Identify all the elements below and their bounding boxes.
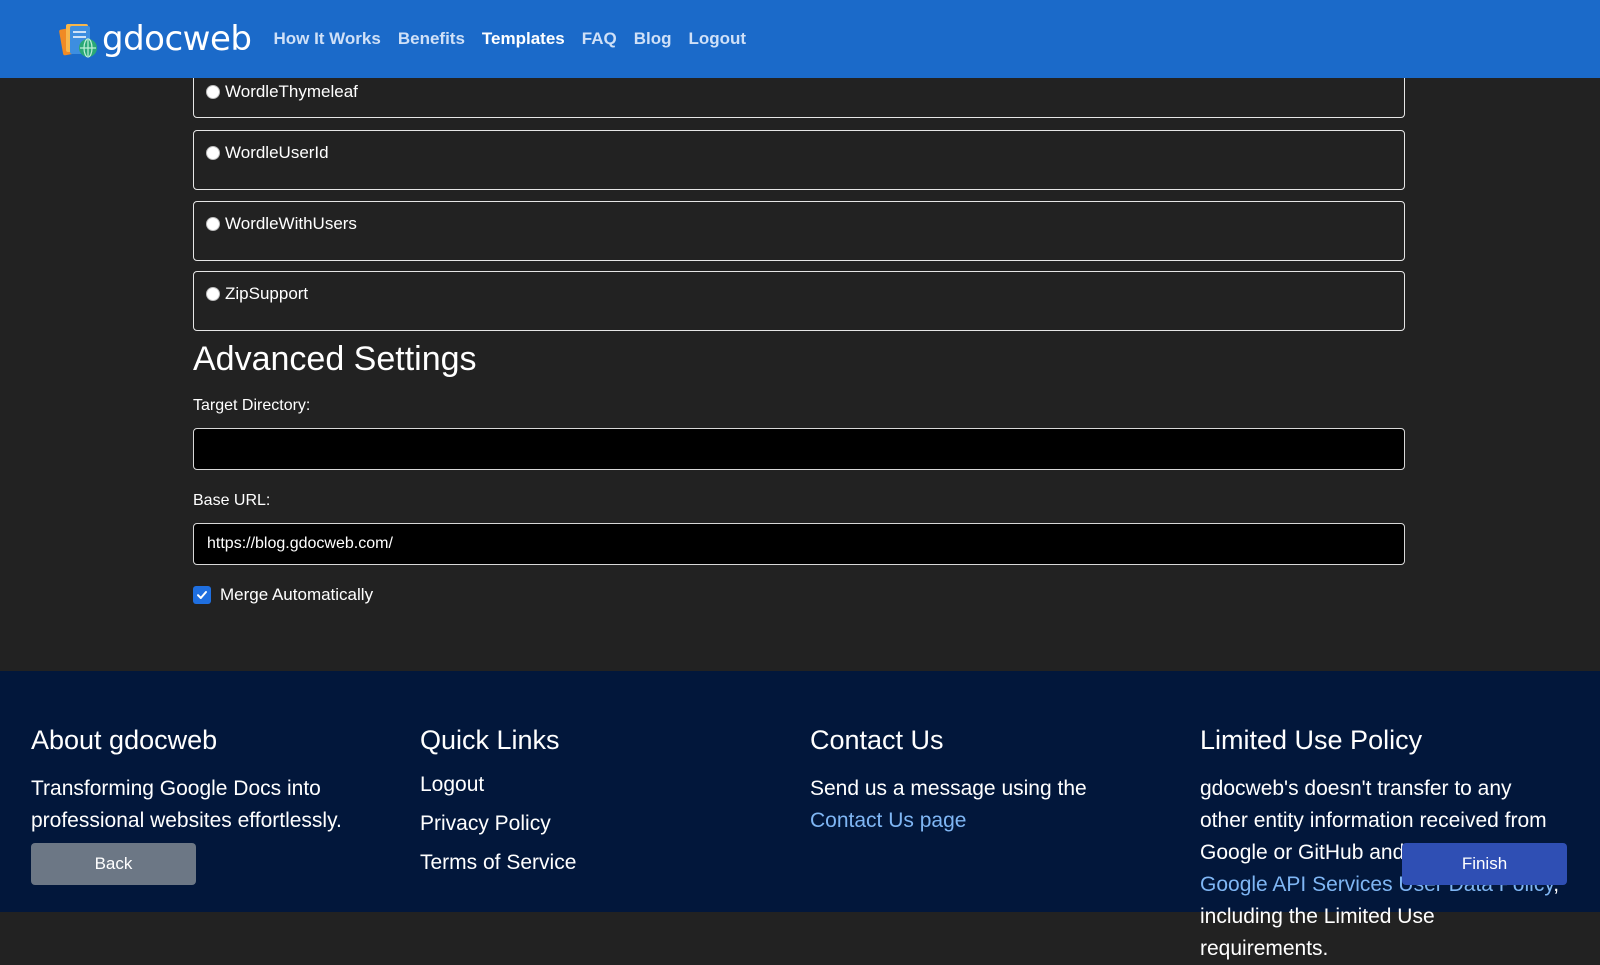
footer-link-privacy-policy[interactable]: Privacy Policy xyxy=(420,812,790,836)
template-option-wordleuserid[interactable]: WordleUserId xyxy=(193,130,1405,190)
nav-blog[interactable]: Blog xyxy=(634,29,672,49)
base-url-label: Base URL: xyxy=(193,492,271,509)
contact-us-page-link[interactable]: Contact Us page xyxy=(810,809,966,832)
radio-button[interactable] xyxy=(206,146,220,160)
checkmark-icon xyxy=(197,591,207,599)
finish-button[interactable]: Finish xyxy=(1402,843,1567,885)
main-nav: How It Works Benefits Templates FAQ Blog… xyxy=(273,29,746,49)
template-option-label: WordleUserId xyxy=(225,143,329,162)
main-content: WordleThymeleaf WordleUserId WordleWithU… xyxy=(0,0,1600,671)
base-url-input[interactable] xyxy=(193,523,1405,565)
advanced-settings-title: Advanced Settings xyxy=(193,340,477,378)
footer-quick-links: Quick Links Logout Privacy Policy Terms … xyxy=(420,725,790,890)
template-option-zipsupport[interactable]: ZipSupport xyxy=(193,271,1405,331)
radio-button[interactable] xyxy=(206,85,220,99)
target-directory-input[interactable] xyxy=(193,428,1405,470)
footer-policy-title: Limited Use Policy xyxy=(1200,725,1423,755)
radio-button[interactable] xyxy=(206,217,220,231)
target-directory-label: Target Directory: xyxy=(193,397,311,414)
template-option-label: WordleThymeleaf xyxy=(225,82,358,101)
radio-button[interactable] xyxy=(206,287,220,301)
footer-about-text: Transforming Google Docs into profession… xyxy=(31,777,342,832)
template-option-label: WordleWithUsers xyxy=(225,214,357,233)
gdocweb-logo-icon xyxy=(59,24,97,58)
footer-link-terms-of-service[interactable]: Terms of Service xyxy=(420,851,790,875)
footer-link-logout[interactable]: Logout xyxy=(420,773,790,797)
nav-benefits[interactable]: Benefits xyxy=(398,29,465,49)
template-option-label: ZipSupport xyxy=(225,284,309,303)
back-button[interactable]: Back xyxy=(31,843,196,885)
footer-contact: Contact Us Send us a message using the C… xyxy=(810,725,1180,837)
checkbox-checked[interactable] xyxy=(193,586,211,604)
merge-automatically-checkbox[interactable]: Merge Automatically xyxy=(193,585,373,605)
footer-contact-title: Contact Us xyxy=(810,725,944,755)
nav-logout[interactable]: Logout xyxy=(688,29,746,49)
nav-faq[interactable]: FAQ xyxy=(582,29,617,49)
brand-link[interactable]: gdocweb xyxy=(58,18,252,60)
footer-quick-links-title: Quick Links xyxy=(420,725,560,755)
top-navbar: gdocweb How It Works Benefits Templates … xyxy=(0,0,1600,78)
site-footer: About gdocweb Transforming Google Docs i… xyxy=(0,671,1600,960)
footer-contact-message: Send us a message using the xyxy=(810,777,1087,800)
nav-templates[interactable]: Templates xyxy=(482,29,565,49)
nav-how-it-works[interactable]: How It Works xyxy=(273,29,380,49)
template-option-wordlewithusers[interactable]: WordleWithUsers xyxy=(193,201,1405,261)
brand-name: gdocweb xyxy=(102,19,252,59)
footer-about-title: About gdocweb xyxy=(31,725,218,755)
merge-automatically-label: Merge Automatically xyxy=(220,585,374,604)
footer-about: About gdocweb Transforming Google Docs i… xyxy=(31,725,401,837)
footer-contact-text: Send us a message using the Contact Us p… xyxy=(810,773,1180,837)
